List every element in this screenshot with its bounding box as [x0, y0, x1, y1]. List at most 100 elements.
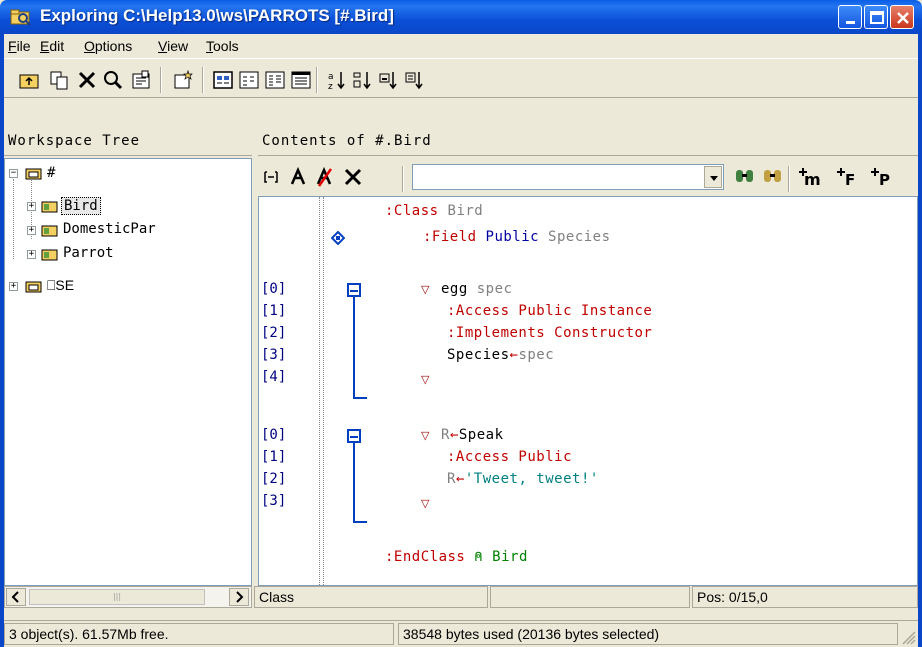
close-icon [897, 12, 909, 24]
minus-icon [350, 436, 358, 438]
sort-size-icon[interactable] [378, 69, 400, 91]
line-number: [2] [261, 471, 287, 487]
minus-icon [350, 290, 358, 292]
tree-connector [13, 179, 14, 259]
fold-all-icon[interactable] [262, 166, 280, 188]
sort-type-icon[interactable] [352, 69, 374, 91]
list-icon[interactable] [264, 69, 286, 91]
scroll-thumb[interactable]: ||| [29, 589, 205, 605]
collapse-block-icon[interactable] [347, 429, 361, 443]
line-number: [4] [261, 369, 287, 385]
copy-icon[interactable] [48, 69, 70, 91]
new-icon[interactable] [172, 69, 194, 91]
menu-options[interactable]: Options [84, 38, 132, 54]
line-number: [0] [261, 281, 287, 297]
tree-node-root[interactable]: − # [9, 165, 249, 185]
gutter-line [319, 197, 320, 585]
explorer-window: Exploring C:\Help13.0\ws\PARROTS [#.Bird… [0, 0, 922, 647]
tree-node-session[interactable]: + ⎕SE [9, 277, 209, 297]
new-method-icon[interactable]: m [798, 166, 826, 188]
scroll-left-button[interactable] [6, 588, 26, 606]
menu-options-accel: O [84, 38, 95, 54]
new-property-icon[interactable]: P [870, 166, 894, 188]
class-name: Bird [447, 203, 484, 219]
menu-edit-accel: E [40, 38, 50, 54]
dropdown-arrow-icon [710, 176, 718, 181]
fold-line-end [353, 521, 367, 523]
tree-node-parrot[interactable]: + Parrot [27, 245, 227, 265]
toolbar-separator [202, 67, 204, 93]
properties-icon[interactable] [130, 69, 152, 91]
combobox-dropdown-button[interactable] [704, 166, 722, 188]
fold-line-end [353, 397, 367, 399]
tree-node-domesticparrot[interactable]: + DomesticPar [27, 221, 253, 241]
window-frame-right [918, 34, 922, 647]
find-previous-icon[interactable] [762, 166, 784, 188]
menu-view-accel: V [158, 38, 168, 54]
variable: spec [518, 347, 555, 363]
menu-view-label: iew [167, 38, 189, 54]
large-icons-icon[interactable] [212, 69, 234, 91]
svg-text:F: F [845, 171, 855, 188]
delete-icon[interactable] [342, 166, 364, 188]
toolbar-separator [316, 67, 318, 93]
keyword: :Field [423, 229, 477, 245]
tree-horizontal-scrollbar[interactable]: ||| [4, 586, 252, 608]
workspace-tree-header: Workspace Tree [4, 128, 252, 156]
maximize-icon [870, 11, 884, 24]
main-toolbar: az [4, 58, 918, 98]
access-modifier: Public [485, 229, 540, 245]
code-line-implements: :Implements Constructor [447, 325, 653, 341]
collapse-icon[interactable]: − [9, 169, 18, 178]
scroll-right-button[interactable] [229, 588, 249, 606]
tree-node-label: ⎕SE [47, 277, 75, 293]
delete-icon[interactable] [76, 69, 98, 91]
code-line-class: :Class Bird [385, 203, 483, 219]
toolbar-separator [160, 67, 162, 93]
attribute-icon[interactable] [290, 166, 306, 188]
details-icon[interactable] [290, 69, 312, 91]
code-line-access: :Access Public Instance [447, 303, 653, 319]
contents-status-bar: Class Pos: 0/15,0 [254, 586, 918, 608]
expand-icon[interactable]: + [9, 282, 18, 291]
menu-edit-label: dit [49, 38, 65, 54]
minimize-button[interactable] [838, 5, 862, 29]
line-number: [3] [261, 493, 287, 509]
expand-icon[interactable]: + [27, 250, 36, 259]
class-folder-icon [41, 249, 58, 261]
menu-tools-label: ools [213, 38, 239, 54]
small-icons-icon[interactable] [238, 69, 260, 91]
code-editor[interactable]: :Class Bird :Field Public Species [0] [1… [258, 196, 918, 586]
keyword: :Class [385, 203, 439, 219]
svg-text:a: a [328, 72, 334, 82]
resize-grip-icon[interactable] [900, 629, 916, 645]
close-button[interactable] [890, 5, 914, 29]
line-number: [3] [261, 347, 287, 363]
collapse-block-icon[interactable] [347, 283, 361, 297]
member-combobox[interactable] [412, 164, 724, 190]
code-line-access: :Access Public [447, 449, 573, 465]
folder-up-icon[interactable] [18, 69, 40, 91]
expand-icon[interactable]: + [27, 226, 36, 235]
title-bar[interactable]: Exploring C:\Help13.0\ws\PARROTS [#.Bird… [0, 0, 922, 34]
maximize-button[interactable] [864, 5, 888, 29]
tree-node-bird[interactable]: + Bird [27, 197, 227, 217]
remove-attribute-icon[interactable] [316, 166, 334, 188]
class-folder-icon [41, 201, 58, 213]
workspace-tree: − # + Bird + DomesticPar + Parrot + ⎕SE [4, 158, 252, 586]
sort-name-icon[interactable]: az [326, 69, 348, 91]
svg-text:P: P [879, 171, 890, 188]
tree-node-label: # [47, 165, 56, 181]
menu-edit[interactable]: Edit [40, 38, 64, 54]
menu-view[interactable]: View [158, 38, 188, 54]
menu-file[interactable]: File [8, 38, 31, 54]
toolbar-separator [788, 166, 790, 192]
code-line-assign: Species←spec [447, 347, 554, 363]
tree-node-label: Bird [61, 197, 101, 215]
find-next-icon[interactable] [734, 166, 756, 188]
find-icon[interactable] [102, 69, 124, 91]
expand-icon[interactable]: + [27, 202, 36, 211]
menu-tools[interactable]: Tools [206, 38, 239, 54]
sort-date-icon[interactable] [404, 69, 426, 91]
new-field-icon[interactable]: F [836, 166, 860, 188]
